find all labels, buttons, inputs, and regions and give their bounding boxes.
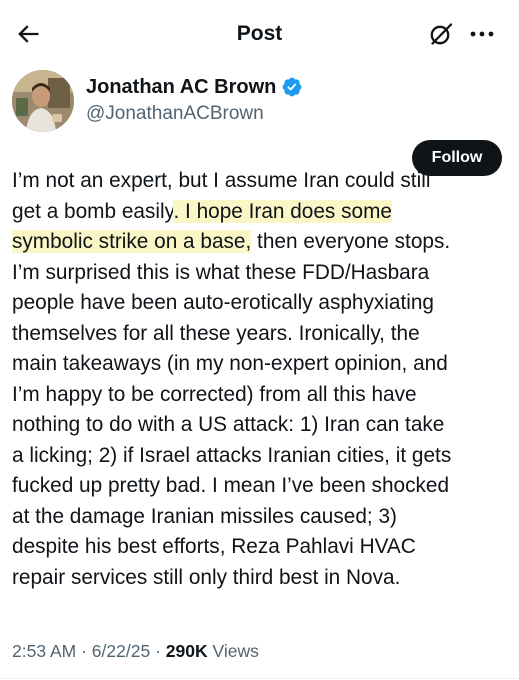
post-text-segment: then everyone stops.	[251, 230, 451, 253]
post-text: I’m not an expert, but I assume Iran cou…	[12, 166, 510, 593]
post-line: I’m surprised this is what these FDD/Has…	[12, 258, 510, 289]
post-line: despite his best efforts, Reza Pahlavi H…	[12, 532, 510, 563]
post-text-segment: repair services still only third best in…	[12, 565, 401, 589]
post-time[interactable]: 2:53 AM	[12, 641, 76, 661]
post-line: a licking; 2) if Israel attacks Iranian …	[12, 441, 510, 472]
views-count[interactable]: 290K	[166, 641, 208, 661]
more-horizontal-icon[interactable]	[468, 22, 496, 46]
views-label[interactable]: Views	[212, 641, 258, 661]
author-name[interactable]: Jonathan AC Brown	[86, 75, 276, 99]
highlighted-text: symbolic strike on a base,	[12, 230, 252, 253]
post-text-segment: I’m happy to be corrected) from all this…	[12, 382, 417, 406]
post-author: Jonathan AC Brown @JonathanACBrown Follo…	[0, 68, 519, 176]
post-text-segment: people have been auto-erotically asphyxi…	[12, 291, 435, 314]
post-meta: 2:53 AM · 6/22/25 · 290K Views	[12, 639, 259, 663]
post-text-segment: get a bomb easily	[12, 199, 174, 223]
post-line: I’m happy to be corrected) from all this…	[12, 380, 510, 411]
verified-badge-icon	[282, 77, 302, 97]
grok-icon[interactable]	[428, 21, 454, 47]
post-text-segment: main takeaways (in my non-expert opinion…	[12, 352, 448, 375]
post-text-segment: despite his best efforts, Reza Pahlavi H…	[12, 535, 416, 558]
avatar-image	[12, 70, 74, 132]
post-line: people have been auto-erotically asphyxi…	[12, 288, 510, 319]
meta-separator: ·	[155, 641, 161, 661]
post-text-segment: a licking; 2) if Israel attacks Iranian …	[12, 443, 452, 467]
highlighted-text: . I hope Iran does some	[173, 199, 392, 223]
post-text-segment: nothing to do with a US attack: 1) Iran …	[12, 413, 445, 436]
author-handle[interactable]: @JonathanACBrown	[86, 102, 264, 126]
post-text-segment: themselves for all these years. Ironical…	[12, 321, 420, 345]
name-row: Jonathan AC Brown	[86, 75, 303, 99]
post-line: symbolic strike on a base, then everyone…	[12, 227, 510, 258]
post-line: I’m not an expert, but I assume Iran cou…	[12, 166, 510, 197]
post-text-segment: I’m surprised this is what these FDD/Has…	[12, 260, 430, 284]
post-line: themselves for all these years. Ironical…	[12, 319, 510, 350]
post-line: fucked up pretty bad. I mean I’ve been s…	[12, 471, 510, 502]
meta-separator: ·	[81, 641, 87, 661]
post-line: get a bomb easily. I hope Iran does some	[12, 197, 510, 228]
post-line: nothing to do with a US attack: 1) Iran …	[12, 410, 510, 441]
post-line: at the damage Iranian missiles caused; 3…	[12, 502, 510, 533]
divider	[0, 678, 519, 679]
top-bar: Post	[0, 0, 519, 68]
post-line: repair services still only third best in…	[12, 563, 510, 594]
avatar[interactable]	[12, 70, 74, 132]
post-text-segment: I’m not an expert, but I assume Iran cou…	[12, 169, 431, 192]
post-text-segment: at the damage Iranian missiles caused; 3…	[12, 504, 397, 528]
post-date[interactable]: 6/22/25	[92, 641, 150, 661]
post-line: main takeaways (in my non-expert opinion…	[12, 349, 510, 380]
post-text-segment: fucked up pretty bad. I mean I’ve been s…	[12, 474, 450, 497]
